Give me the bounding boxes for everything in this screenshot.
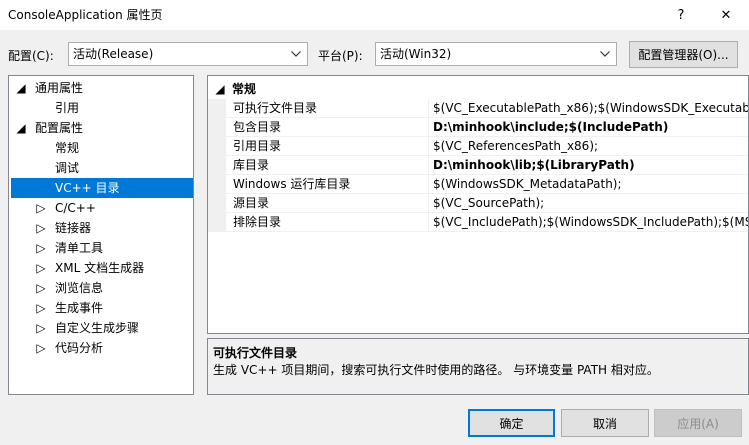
property-value[interactable]: $(VC_SourcePath);: [433, 194, 748, 212]
expand-icon[interactable]: ▷: [35, 238, 47, 258]
grid-row-include-dirs[interactable]: 包含目录 D:\minhook\include;$(IncludePath): [208, 118, 748, 137]
property-tree[interactable]: ◢ 通用属性 引用 ◢ 配置属性 常规 调试 VC++ 目录 ▷ C/C++ ▷…: [8, 75, 194, 395]
tree-item-xml-doc-generator[interactable]: ▷ XML 文档生成器: [11, 258, 193, 278]
chevron-down-icon: [289, 43, 303, 65]
grid-category-general[interactable]: ◢ 常规: [208, 80, 748, 98]
close-button[interactable]: ✕: [703, 0, 749, 30]
collapse-icon[interactable]: ◢: [214, 80, 226, 98]
property-value[interactable]: $(VC_ExecutablePath_x86);$(WindowsSDK_Ex…: [433, 99, 748, 117]
property-grid[interactable]: ◢ 常规 可执行文件目录 $(VC_ExecutablePath_x86);$(…: [207, 75, 749, 334]
property-value[interactable]: $(VC_ReferencesPath_x86);: [433, 137, 748, 155]
description-panel: 可执行文件目录 生成 VC++ 项目期间，搜索可执行文件时使用的路径。 与环境变…: [207, 338, 749, 395]
cancel-button[interactable]: 取消: [561, 409, 649, 437]
platform-dropdown[interactable]: 活动(Win32): [375, 42, 617, 66]
description-text: 生成 VC++ 项目期间，搜索可执行文件时使用的路径。 与环境变量 PATH 相…: [213, 363, 659, 377]
tree-item-vc-directories[interactable]: VC++ 目录: [11, 178, 193, 198]
platform-value: 活动(Win32): [380, 47, 452, 61]
collapse-icon[interactable]: ◢: [15, 78, 27, 98]
expand-icon[interactable]: ▷: [35, 318, 47, 338]
apply-button[interactable]: 应用(A): [654, 409, 742, 437]
property-name: 可执行文件目录: [233, 101, 318, 115]
tree-item-browse-info[interactable]: ▷ 浏览信息: [11, 278, 193, 298]
expand-icon[interactable]: ▷: [35, 338, 47, 358]
grid-row-source-dirs[interactable]: 源目录 $(VC_SourcePath);: [208, 194, 748, 213]
ok-button[interactable]: 确定: [468, 409, 555, 437]
expand-icon[interactable]: ▷: [35, 218, 47, 238]
property-value[interactable]: $(VC_IncludePath);$(WindowsSDK_IncludePa…: [433, 213, 748, 231]
config-dropdown[interactable]: 活动(Release): [68, 42, 308, 66]
chevron-down-icon: [598, 43, 612, 65]
expand-icon[interactable]: ▷: [35, 278, 47, 298]
tree-item-common-properties[interactable]: ◢ 通用属性: [11, 78, 193, 98]
property-name: 排除目录: [233, 215, 282, 229]
grid-row-winrt-dirs[interactable]: Windows 运行库目录 $(WindowsSDK_MetadataPath)…: [208, 175, 748, 194]
config-label: 配置(C):: [8, 49, 54, 63]
property-value[interactable]: D:\minhook\lib;$(LibraryPath): [433, 156, 748, 174]
title-bar: ConsoleApplication 属性页 ? ✕: [0, 0, 749, 30]
description-title: 可执行文件目录: [213, 346, 298, 360]
property-name: 库目录: [233, 158, 270, 172]
tree-item-c-cpp[interactable]: ▷ C/C++: [11, 198, 193, 218]
tree-item-linker[interactable]: ▷ 链接器: [11, 218, 193, 238]
property-name: 引用目录: [233, 139, 282, 153]
property-name: Windows 运行库目录: [233, 177, 351, 191]
expand-icon[interactable]: ▷: [35, 258, 47, 278]
tree-item-manifest-tool[interactable]: ▷ 清单工具: [11, 238, 193, 258]
tree-item-config-properties[interactable]: ◢ 配置属性: [11, 118, 193, 138]
tree-item-general[interactable]: 常规: [11, 138, 193, 158]
tree-item-references[interactable]: 引用: [11, 98, 193, 118]
config-manager-button[interactable]: 配置管理器(O)...: [629, 41, 738, 68]
help-button[interactable]: ?: [658, 0, 704, 30]
tree-item-debugging[interactable]: 调试: [11, 158, 193, 178]
grid-row-library-dirs[interactable]: 库目录 D:\minhook\lib;$(LibraryPath): [208, 156, 748, 175]
expand-icon[interactable]: ▷: [35, 198, 47, 218]
property-name: 源目录: [233, 196, 270, 210]
grid-row-exclude-dirs[interactable]: 排除目录 $(VC_IncludePath);$(WindowsSDK_Incl…: [208, 213, 748, 232]
tree-item-code-analysis[interactable]: ▷ 代码分析: [11, 338, 193, 358]
config-value: 活动(Release): [73, 47, 154, 61]
platform-label: 平台(P):: [318, 49, 363, 63]
property-name: 包含目录: [233, 120, 282, 134]
tree-item-build-events[interactable]: ▷ 生成事件: [11, 298, 193, 318]
tree-item-custom-build-step[interactable]: ▷ 自定义生成步骤: [11, 318, 193, 338]
grid-row-reference-dirs[interactable]: 引用目录 $(VC_ReferencesPath_x86);: [208, 137, 748, 156]
property-value[interactable]: $(WindowsSDK_MetadataPath);: [433, 175, 748, 193]
property-value[interactable]: D:\minhook\include;$(IncludePath): [433, 118, 748, 136]
window-title: ConsoleApplication 属性页: [8, 8, 163, 22]
grid-row-executable-dirs[interactable]: 可执行文件目录 $(VC_ExecutablePath_x86);$(Windo…: [208, 99, 748, 118]
collapse-icon[interactable]: ◢: [15, 118, 27, 138]
expand-icon[interactable]: ▷: [35, 298, 47, 318]
